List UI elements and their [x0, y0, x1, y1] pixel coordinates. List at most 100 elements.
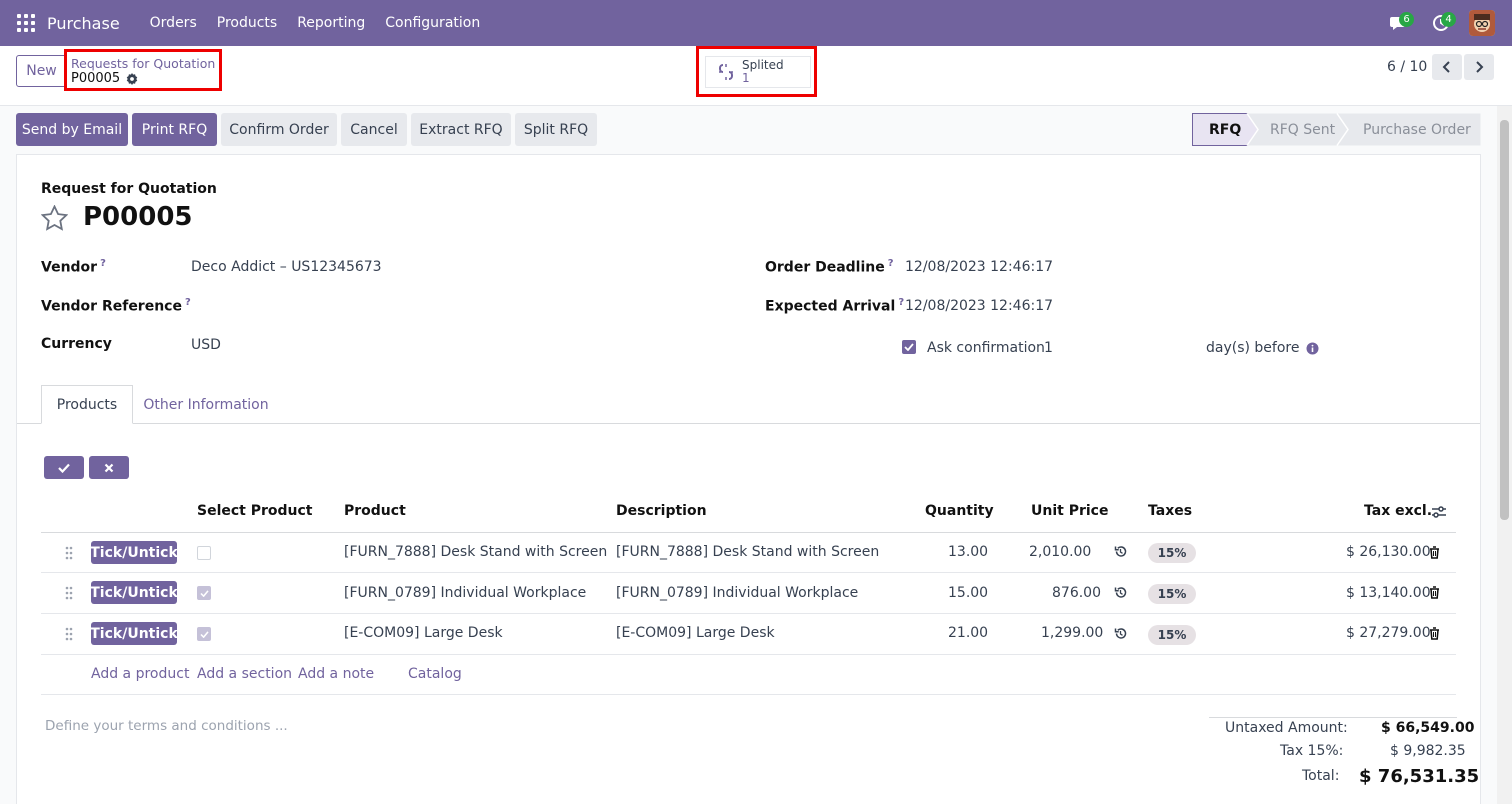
page-scrollbar[interactable]	[1497, 106, 1512, 804]
tab-other-information[interactable]: Other Information	[141, 385, 271, 424]
form-sheet: Request for Quotation P00005 Vendor? Dec…	[16, 154, 1481, 804]
help-icon[interactable]: ?	[888, 258, 894, 269]
trash-icon[interactable]	[1429, 627, 1440, 640]
order-deadline-label: Order Deadline?	[765, 258, 894, 276]
extract-rfq-button[interactable]: Extract RFQ	[411, 113, 511, 146]
tax-badge[interactable]: 15%	[1148, 584, 1196, 604]
gear-icon[interactable]	[126, 73, 138, 85]
save-lines-button[interactable]	[44, 456, 84, 479]
info-icon[interactable]	[1306, 342, 1319, 355]
scrollbar-thumb[interactable]	[1500, 120, 1509, 520]
breadcrumb-parent-link[interactable]: Requests for Quotation	[71, 56, 219, 71]
unit-price-cell[interactable]: 2,010.00	[1029, 544, 1091, 560]
column-tax-excl[interactable]: Tax excl.	[1364, 503, 1432, 519]
order-deadline-field[interactable]: 12/08/2023 12:46:17	[905, 259, 1053, 275]
subtotal-cell: $ 26,130.00	[1346, 544, 1431, 560]
menu-products[interactable]: Products	[217, 15, 277, 31]
vendor-label-text: Vendor	[41, 259, 98, 276]
description-cell[interactable]: [FURN_0789] Individual Workplace	[616, 585, 858, 601]
close-icon	[104, 463, 114, 472]
select-product-checkbox[interactable]	[197, 546, 211, 560]
column-product[interactable]: Product	[344, 503, 406, 519]
quantity-cell[interactable]: 21.00	[948, 625, 988, 641]
product-cell[interactable]: [FURN_0789] Individual Workplace	[344, 585, 586, 601]
menu-orders[interactable]: Orders	[150, 15, 197, 31]
description-cell[interactable]: [E-COM09] Large Desk	[616, 625, 775, 641]
splited-smart-button[interactable]: Splited 1	[705, 56, 811, 88]
quantity-cell[interactable]: 15.00	[948, 585, 988, 601]
ask-confirmation-days-field[interactable]: 1	[1044, 340, 1053, 356]
trash-icon[interactable]	[1429, 586, 1440, 599]
app-name[interactable]: Purchase	[47, 14, 120, 33]
tick-untick-button[interactable]: Tick/Untick	[90, 541, 178, 564]
split-rfq-button[interactable]: Split RFQ	[515, 113, 597, 146]
help-icon[interactable]: ?	[185, 297, 191, 308]
stage-purchase-order[interactable]: Purchase Order	[1363, 113, 1471, 146]
catalog-link[interactable]: Catalog	[408, 666, 462, 682]
vendor-field[interactable]: Deco Addict – US12345673	[191, 259, 382, 275]
add-product-link[interactable]: Add a product	[91, 666, 189, 682]
smart-button-text: Splited 1	[742, 59, 784, 85]
pager-next-button[interactable]	[1464, 54, 1494, 80]
add-section-link[interactable]: Add a section	[197, 666, 292, 682]
star-icon[interactable]	[41, 205, 68, 231]
confirm-order-button[interactable]: Confirm Order	[221, 113, 337, 146]
column-select-product[interactable]: Select Product	[197, 503, 313, 519]
new-button[interactable]: New	[16, 55, 67, 87]
help-icon[interactable]: ?	[100, 258, 106, 269]
discard-lines-button[interactable]	[89, 456, 129, 479]
pager-previous-button[interactable]	[1432, 54, 1462, 80]
add-note-link[interactable]: Add a note	[298, 666, 374, 682]
unit-price-cell[interactable]: 876.00	[1052, 585, 1101, 601]
tax-badge[interactable]: 15%	[1148, 625, 1196, 645]
help-icon[interactable]: ?	[898, 297, 904, 308]
pager-value[interactable]: 6 / 10	[1387, 59, 1427, 75]
stage-rfq[interactable]: RFQ	[1209, 113, 1241, 146]
history-icon[interactable]	[1114, 586, 1127, 599]
expected-arrival-field[interactable]: 12/08/2023 12:46:17	[905, 298, 1053, 314]
select-product-checkbox[interactable]	[197, 586, 211, 600]
column-quantity[interactable]: Quantity	[925, 503, 994, 519]
menu-configuration[interactable]: Configuration	[385, 15, 480, 31]
unit-price-cell[interactable]: 1,299.00	[1041, 625, 1103, 641]
tax-badge[interactable]: 15%	[1148, 543, 1196, 563]
description-cell[interactable]: [FURN_7888] Desk Stand with Screen	[616, 544, 879, 560]
user-avatar[interactable]	[1469, 10, 1495, 36]
trash-icon[interactable]	[1429, 546, 1440, 559]
history-icon[interactable]	[1114, 627, 1127, 640]
tab-products[interactable]: Products	[41, 385, 133, 424]
print-rfq-button[interactable]: Print RFQ	[132, 113, 217, 146]
messages-button[interactable]: 6	[1385, 9, 1414, 37]
terms-conditions-field[interactable]: Define your terms and conditions ...	[45, 718, 288, 734]
tick-untick-button[interactable]: Tick/Untick	[90, 622, 178, 645]
column-description[interactable]: Description	[616, 503, 707, 519]
control-panel: New Requests for Quotation P00005 Splite…	[0, 46, 1512, 106]
drag-handle-icon[interactable]	[65, 586, 73, 600]
history-icon[interactable]	[1114, 545, 1127, 558]
column-unit-price[interactable]: Unit Price	[1031, 503, 1108, 519]
column-taxes[interactable]: Taxes	[1148, 503, 1192, 519]
subtotal-cell: $ 13,140.00	[1346, 585, 1431, 601]
chevron-right-icon	[1476, 61, 1484, 73]
activities-button[interactable]: 4	[1427, 9, 1456, 37]
product-cell[interactable]: [E-COM09] Large Desk	[344, 625, 503, 641]
apps-menu-icon[interactable]	[17, 14, 35, 32]
tick-untick-button[interactable]: Tick/Untick	[90, 581, 178, 604]
currency-field[interactable]: USD	[191, 337, 221, 353]
tax-label: Tax 15%:	[1280, 743, 1344, 759]
stage-rfq-sent[interactable]: RFQ Sent	[1270, 113, 1335, 146]
drag-handle-icon[interactable]	[65, 627, 73, 641]
menu-reporting[interactable]: Reporting	[297, 15, 365, 31]
select-product-checkbox[interactable]	[197, 627, 211, 641]
vendor-reference-field[interactable]	[191, 297, 691, 317]
check-icon	[199, 630, 209, 638]
send-by-email-button[interactable]: Send by Email	[16, 113, 128, 146]
quantity-cell[interactable]: 13.00	[948, 544, 988, 560]
row-divider	[41, 572, 1456, 573]
cancel-button[interactable]: Cancel	[341, 113, 407, 146]
column-settings-icon[interactable]	[1431, 505, 1447, 519]
ask-confirmation-checkbox[interactable]	[902, 340, 916, 354]
drag-handle-icon[interactable]	[65, 546, 73, 560]
header-divider	[41, 532, 1456, 533]
product-cell[interactable]: [FURN_7888] Desk Stand with Screen	[344, 544, 607, 560]
